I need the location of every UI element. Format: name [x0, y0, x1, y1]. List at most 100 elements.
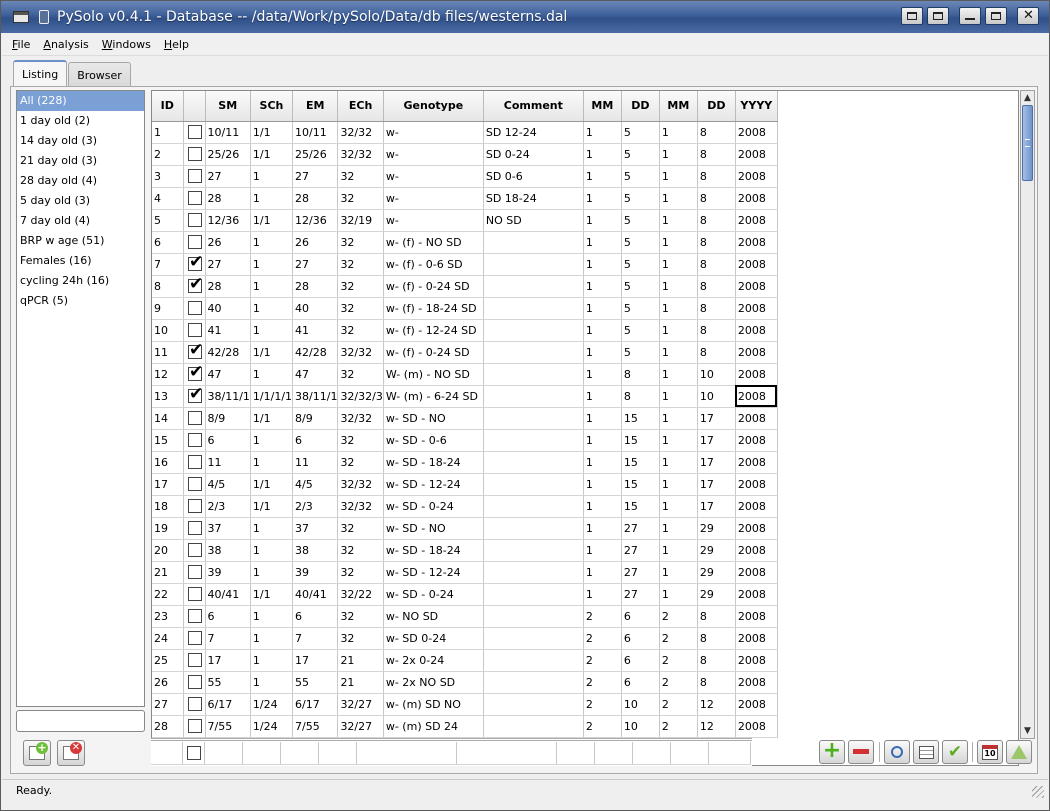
table-cell[interactable]: 32/22 [337, 583, 384, 606]
table-cell[interactable]: 42/28 [205, 341, 251, 364]
table-row[interactable]: 4 28 1 28 32 w- SD 18-24 1 5 1 8 2008 [152, 187, 778, 210]
new-row-cell[interactable] [670, 742, 709, 765]
table-row[interactable]: 24 7 1 7 32 w- SD 0-24 2 6 2 8 2008 [152, 627, 778, 650]
table-cell[interactable] [483, 517, 584, 540]
table-cell[interactable]: w- (f) - 18-24 SD [383, 297, 484, 320]
table-cell[interactable]: 25/26 [292, 143, 339, 166]
table-cell[interactable]: 5 [621, 275, 660, 298]
table-row[interactable]: 25 17 1 17 21 w- 2x 0-24 2 6 2 8 2008 [152, 649, 778, 672]
new-row-cell[interactable] [151, 742, 183, 765]
row-checkbox[interactable] [188, 433, 202, 447]
new-row-cell[interactable] [356, 742, 457, 765]
group-list-item[interactable]: All (228) [17, 91, 144, 111]
close-button[interactable]: ✕ [1017, 7, 1039, 25]
table-cell[interactable]: 17 [697, 407, 736, 430]
table-cell[interactable]: w- SD - 0-6 [383, 429, 484, 452]
group-list[interactable]: All (228) 1 day old (2) 14 day old (3) 21 d… [16, 90, 145, 707]
table-cell[interactable]: 38/11/1 [292, 385, 339, 408]
table-cell[interactable]: 32/32 [337, 121, 384, 144]
table-cell[interactable]: 27 [621, 583, 660, 606]
row-checkbox[interactable] [188, 543, 202, 557]
table-cell[interactable]: 38 [292, 539, 339, 562]
table-cell[interactable]: 1 [659, 209, 698, 232]
table-cell[interactable]: 12 [152, 363, 184, 386]
menu-analysis[interactable]: Analysis [43, 38, 88, 51]
row-checkbox[interactable] [188, 125, 202, 139]
table-cell[interactable]: 2008 [735, 473, 778, 496]
new-row-cell[interactable] [556, 742, 595, 765]
table-row[interactable]: 17 4/5 1/1 4/5 32/32 w- SD - 12-24 1 15 1 17 2008 [152, 473, 778, 496]
table-cell[interactable]: 32/27 [337, 715, 384, 738]
table-row[interactable]: 124714732W- (m) - NO SD181102008 [152, 363, 778, 386]
table-cell[interactable]: 6 [205, 429, 251, 452]
table-cell[interactable]: 32/32 [337, 407, 384, 430]
table-cell[interactable]: 39 [205, 561, 251, 584]
table-cell[interactable]: 28 [205, 275, 251, 298]
row-checkbox[interactable] [188, 565, 202, 579]
table-cell[interactable]: 7 [292, 627, 339, 650]
table-cell[interactable]: 2008 [735, 693, 778, 716]
table-cell[interactable] [483, 451, 584, 474]
table-cell[interactable]: w- SD 0-24 [383, 627, 484, 650]
row-checkbox[interactable] [188, 609, 202, 623]
table-cell[interactable]: 1 [250, 649, 294, 672]
table-cell[interactable]: 2/3 [292, 495, 339, 518]
table-cell[interactable]: 37 [205, 517, 251, 540]
table-cell[interactable]: 1 [583, 297, 622, 320]
group-list-item[interactable]: 14 day old (3) [17, 131, 144, 151]
table-cell[interactable]: 5 [621, 341, 660, 364]
table-cell[interactable]: 1/24 [250, 693, 294, 716]
table-cell[interactable]: 1 [659, 495, 698, 518]
table-cell[interactable]: 8 [697, 143, 736, 166]
checkbox-cell[interactable] [183, 121, 206, 144]
table-cell[interactable]: 2 [583, 693, 622, 716]
row-checkbox[interactable] [188, 301, 202, 315]
table-cell[interactable]: 32 [337, 231, 384, 254]
group-list-item[interactable]: Females (16) [17, 251, 144, 271]
table-cell[interactable]: 8 [152, 275, 184, 298]
search-button[interactable] [884, 740, 910, 764]
table-cell[interactable]: 1/1/1/1 [250, 385, 294, 408]
table-cell[interactable]: 25/26 [205, 143, 251, 166]
table-cell[interactable]: 2 [583, 649, 622, 672]
table-cell[interactable]: 1 [659, 451, 698, 474]
table-cell[interactable]: 1/1 [250, 121, 294, 144]
table-cell[interactable]: w- 2x 0-24 [383, 649, 484, 672]
table-cell[interactable] [483, 341, 584, 364]
table-cell[interactable] [483, 275, 584, 298]
table-row[interactable]: 2 25/26 1/1 25/26 32/32 w- SD 0-24 1 5 1 8 2008 [152, 143, 778, 166]
table-cell[interactable]: 32 [337, 561, 384, 584]
add-row-button[interactable]: + [819, 740, 845, 764]
table-cell[interactable]: 2008 [735, 627, 778, 650]
window-menu-icon[interactable] [13, 11, 29, 23]
table-cell[interactable]: 2 [659, 605, 698, 628]
table-row[interactable]: 5 12/36 1/1 12/36 32/19 w- NO SD 1 5 1 8 2008 [152, 209, 778, 232]
group-list-item[interactable]: qPCR (5) [17, 291, 144, 311]
checkbox-cell[interactable] [183, 319, 206, 342]
table-cell[interactable]: 28 [205, 187, 251, 210]
table-cell[interactable]: 2008 [735, 451, 778, 474]
table-cell[interactable]: w- SD - 12-24 [383, 561, 484, 584]
table-cell[interactable]: 1 [250, 297, 294, 320]
table-cell[interactable]: 1 [659, 385, 698, 408]
table-cell[interactable]: 5 [621, 165, 660, 188]
table-cell[interactable]: 5 [621, 253, 660, 276]
column-header[interactable]: Comment [483, 91, 584, 122]
table-cell[interactable]: 29 [697, 583, 736, 606]
table-cell[interactable]: 8 [697, 649, 736, 672]
table-cell[interactable]: 7 [205, 627, 251, 650]
table-cell[interactable]: 2 [659, 671, 698, 694]
table-cell[interactable]: 1 [659, 539, 698, 562]
new-row-cell[interactable] [594, 742, 633, 765]
minimize-button[interactable] [959, 7, 981, 25]
row-checkbox[interactable] [188, 235, 202, 249]
table-row[interactable]: 1338/11/11/1/1/138/11/132/32/3W- (m) - 6… [152, 385, 778, 408]
table-cell[interactable]: 47 [205, 363, 251, 386]
table-cell[interactable]: 26 [292, 231, 339, 254]
table-cell[interactable]: 1 [583, 341, 622, 364]
table-cell[interactable]: 2008 [735, 429, 778, 452]
table-cell[interactable]: 28 [292, 275, 339, 298]
table-cell[interactable]: 2008 [735, 165, 778, 188]
table-cell[interactable]: w- [383, 143, 484, 166]
table-cell[interactable]: 1 [152, 121, 184, 144]
